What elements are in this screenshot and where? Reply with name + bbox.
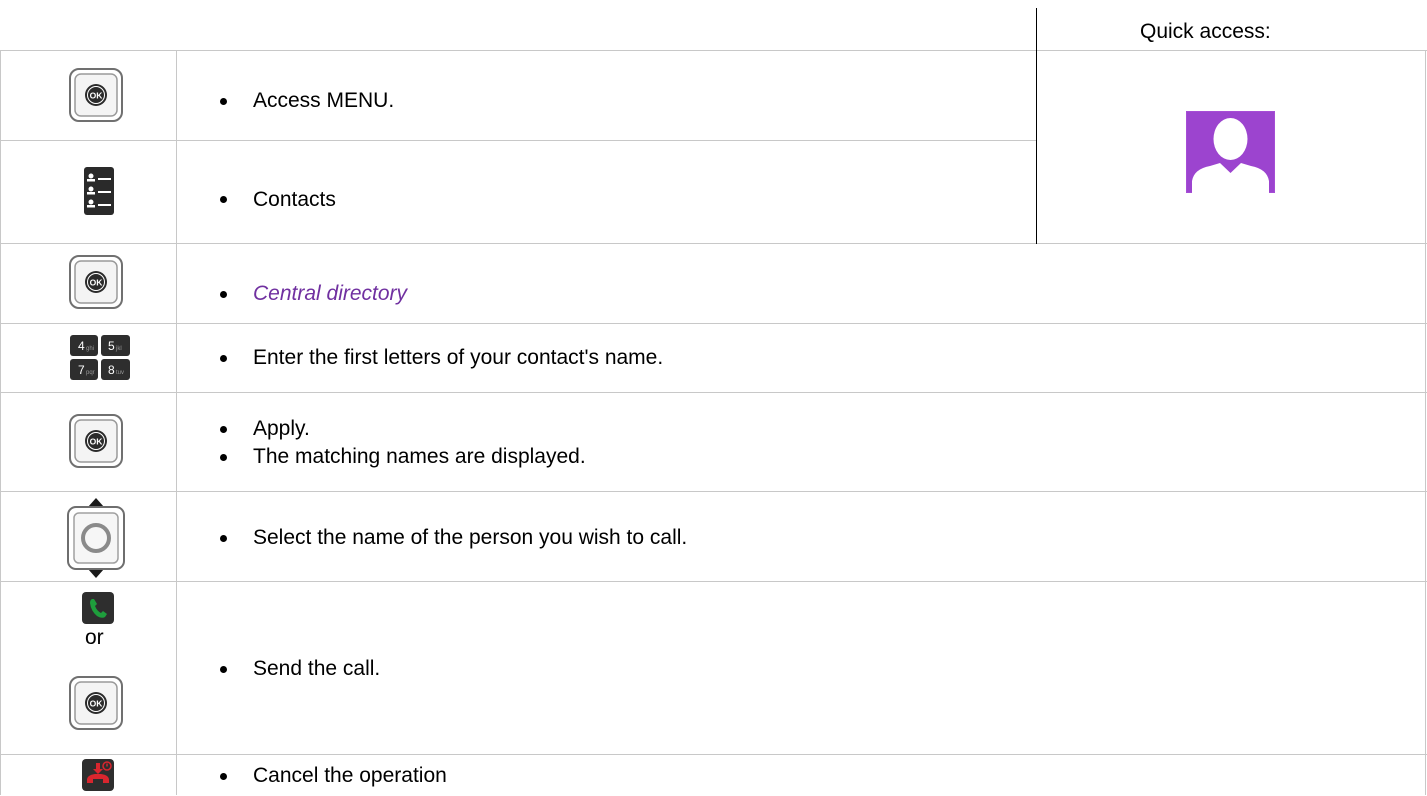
hang-up-icon	[82, 759, 114, 791]
central-directory-link[interactable]: Central directory	[253, 281, 407, 307]
quick-access-divider	[1036, 8, 1037, 244]
step-text: Apply.	[253, 417, 310, 440]
quick-access-label: Quick access:	[1140, 20, 1271, 43]
contacts-list-icon	[84, 167, 114, 215]
step-text: Enter the first letters of your contact'…	[253, 346, 664, 369]
svg-text:ghi: ghi	[86, 346, 94, 352]
step-text: Access MENU.	[253, 89, 395, 112]
svg-text:4: 4	[78, 339, 85, 353]
svg-text:jkl: jkl	[115, 346, 122, 352]
row-divider	[0, 323, 1427, 324]
ok-button-icon: OK	[69, 68, 123, 122]
row-divider	[0, 581, 1427, 582]
bullet	[220, 666, 227, 673]
row-divider	[0, 140, 1036, 141]
ok-button-icon: OK	[69, 676, 123, 730]
svg-text:tuv: tuv	[116, 370, 124, 376]
table-left-border	[0, 50, 1, 795]
svg-text:OK: OK	[90, 699, 104, 709]
bullet	[220, 355, 227, 362]
step-text: Cancel the operation	[253, 764, 447, 787]
table-top-border	[0, 50, 1427, 51]
bullet	[220, 773, 227, 780]
bullet	[220, 454, 227, 461]
svg-text:OK: OK	[90, 437, 104, 447]
bullet	[220, 196, 227, 203]
row-divider	[0, 491, 1427, 492]
ok-button-icon: OK	[69, 414, 123, 468]
svg-text:OK: OK	[90, 91, 104, 101]
table-right-border	[1425, 50, 1426, 795]
svg-text:8: 8	[108, 363, 115, 377]
svg-text:5: 5	[108, 339, 115, 353]
step-text: Contacts	[253, 188, 336, 211]
row-divider	[0, 243, 1427, 244]
icon-column-divider	[176, 50, 177, 795]
step-text: Select the name of the person you wish t…	[253, 526, 688, 549]
bullet	[220, 98, 227, 105]
svg-text:pqr: pqr	[86, 370, 95, 376]
keypad-icon: 4 5 7 8 ghi jkl pqr tuv	[70, 335, 130, 380]
svg-text:OK: OK	[90, 278, 104, 288]
row-divider	[0, 392, 1427, 393]
bullet	[220, 426, 227, 433]
call-icon	[82, 592, 114, 624]
step-text: Send the call.	[253, 657, 381, 680]
or-connector: or	[85, 626, 104, 649]
ok-button-icon: OK	[69, 255, 123, 309]
bullet	[220, 535, 227, 542]
bullet	[220, 291, 227, 298]
row-divider	[0, 754, 1427, 755]
contact-avatar-icon	[1186, 111, 1275, 193]
navigator-up-down-icon	[65, 498, 127, 578]
step-text: The matching names are displayed.	[253, 445, 586, 468]
svg-text:7: 7	[78, 363, 85, 377]
